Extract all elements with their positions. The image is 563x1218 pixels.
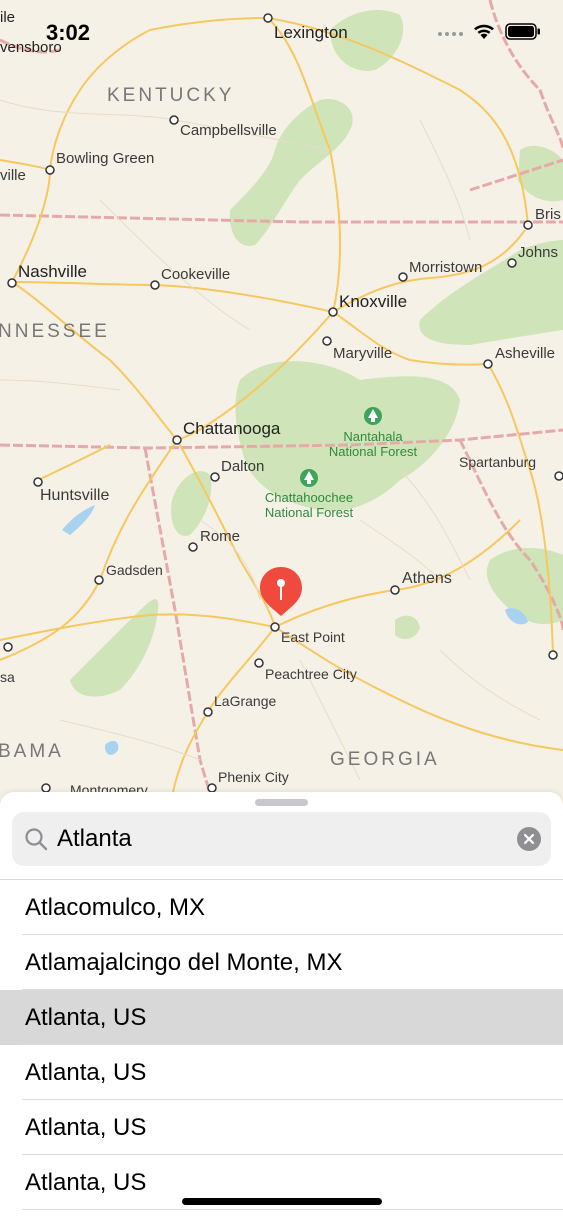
search-result-item[interactable]: Atlacomulco, MX (0, 880, 563, 935)
park-label-nantahala-sub: National Forest (329, 444, 418, 459)
city-label-nashville: Nashville (18, 262, 87, 281)
search-result-item[interactable]: Atlamajalcingo del Monte, MX (0, 935, 563, 990)
forest-icon (300, 469, 318, 487)
city-label-sa: sa (0, 669, 15, 685)
map-view[interactable]: KENTUCKY NNESSEE BAMA GEORGIA Lexington … (0, 0, 563, 810)
city-label-spartanburg: Spartanburg (459, 454, 536, 470)
search-bar[interactable] (12, 812, 551, 866)
city-label-rome: Rome (200, 528, 240, 545)
home-indicator[interactable] (182, 1198, 382, 1205)
park-label-chattahoochee-sub: National Forest (265, 505, 354, 520)
city-label-peachtree-city: Peachtree City (265, 666, 357, 682)
search-result-item-selected[interactable]: Atlanta, US (0, 990, 563, 1045)
city-label-maryville: Maryville (333, 345, 392, 362)
status-time: 3:02 (46, 20, 91, 45)
sheet-grabber[interactable] (255, 799, 308, 806)
city-label-dalton: Dalton (221, 458, 264, 475)
status-bar: 3:02 (0, 0, 563, 60)
city-label-gadsden: Gadsden (106, 562, 163, 578)
state-label-alabama: BAMA (0, 741, 64, 762)
park-label-nantahala: Nantahala (343, 429, 403, 444)
state-label-tennessee: NNESSEE (0, 321, 110, 342)
search-sheet: Atlacomulco, MX Atlamajalcingo del Monte… (0, 792, 563, 1218)
state-label-kentucky: KENTUCKY (107, 85, 234, 106)
city-label-east-point: East Point (281, 629, 345, 645)
state-label-georgia: GEORGIA (330, 749, 440, 770)
city-label-johns: Johns (518, 244, 558, 261)
search-icon (24, 827, 48, 856)
city-label-athens: Athens (402, 570, 452, 587)
city-label-morristown: Morristown (409, 259, 482, 276)
search-input[interactable] (57, 812, 497, 866)
wifi-icon (473, 23, 495, 45)
city-label-knoxville: Knoxville (339, 292, 407, 311)
city-label-asheville: Asheville (495, 345, 555, 362)
city-label-bowling-green: Bowling Green (56, 150, 154, 167)
city-label-phenix-city: Phenix City (218, 769, 289, 785)
search-result-item[interactable]: Atlanta, US (0, 1045, 563, 1100)
city-label-ville: ville (0, 167, 26, 184)
status-icons (437, 22, 541, 46)
city-label-cookeville: Cookeville (161, 266, 230, 283)
park-label-chattahoochee: Chattahoochee (265, 490, 353, 505)
forest-icon (364, 407, 382, 425)
battery-icon (505, 23, 541, 45)
search-results-list: Atlacomulco, MX Atlamajalcingo del Monte… (0, 880, 563, 1210)
city-label-lagrange: LaGrange (214, 693, 276, 709)
city-label-huntsville: Huntsville (40, 487, 109, 504)
clear-search-icon[interactable] (517, 827, 541, 851)
city-label-chattanooga: Chattanooga (183, 419, 281, 438)
search-result-item[interactable]: Atlanta, US (0, 1100, 563, 1155)
city-label-campbellsville: Campbellsville (180, 122, 277, 139)
signal-icon (437, 25, 463, 43)
city-label-bris: Bris (535, 206, 561, 223)
